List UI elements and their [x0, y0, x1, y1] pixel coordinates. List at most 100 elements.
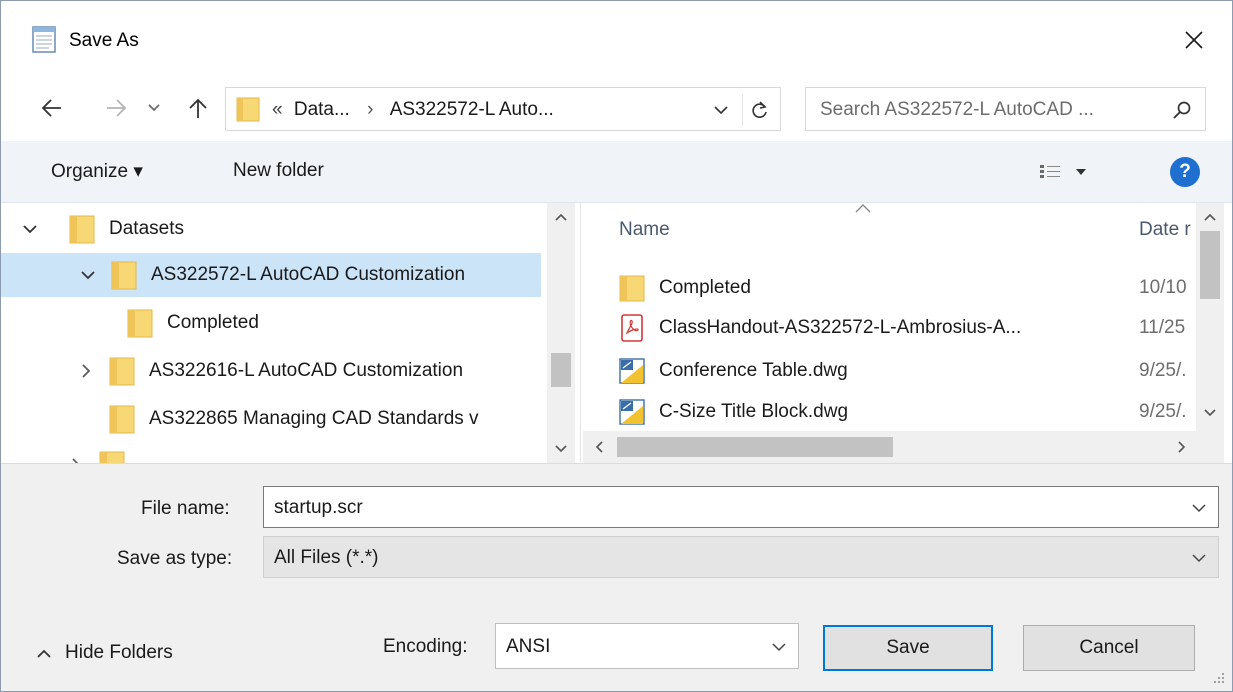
scroll-up-arrow-icon[interactable]	[547, 203, 575, 231]
up-button[interactable]	[181, 91, 215, 125]
file-list-horizontal-scrollbar[interactable]	[583, 431, 1224, 463]
navigation-pane-scrollbar[interactable]	[547, 203, 575, 463]
organize-button[interactable]: Organize ▾	[51, 160, 143, 183]
file-row-c-size-title-block[interactable]: C-Size Title Block.dwg 9/25/.	[619, 393, 1187, 431]
file-name-input[interactable]: startup.scr	[274, 497, 363, 519]
resize-grip-icon[interactable]	[1207, 666, 1227, 686]
tree-item-as322865[interactable]: AS322865 Managing CAD Standards v	[109, 397, 479, 441]
encoding-value: ANSI	[506, 636, 551, 657]
scroll-down-arrow-icon[interactable]	[547, 435, 575, 463]
new-folder-button[interactable]: New folder	[233, 160, 324, 182]
breadcrumb: « Data... › AS322572-L Auto...	[272, 99, 554, 121]
tree-item-partial[interactable]	[61, 443, 139, 463]
breadcrumb-separator[interactable]: ›	[367, 99, 373, 120]
scrollbar-thumb[interactable]	[1200, 231, 1220, 299]
search-icon[interactable]	[1168, 96, 1196, 124]
close-button[interactable]	[1173, 19, 1215, 61]
tree-item-as322616[interactable]: AS322616-L AutoCAD Customization	[71, 349, 463, 393]
tree-item-label: Datasets	[109, 218, 184, 239]
chevron-down-icon[interactable]	[73, 260, 103, 290]
help-button[interactable]: ?	[1170, 157, 1200, 187]
breadcrumb-overflow[interactable]: «	[272, 99, 283, 120]
chevron-down-icon	[714, 105, 728, 114]
file-name-field[interactable]: startup.scr	[263, 486, 1219, 528]
forward-arrow-icon	[107, 99, 127, 117]
file-list-vertical-scrollbar[interactable]	[1196, 203, 1224, 431]
tree-item-completed[interactable]: Completed	[127, 301, 259, 345]
recent-locations-button[interactable]	[141, 91, 167, 125]
folder-icon	[619, 275, 645, 302]
navigation-pane: Datasets AS322572-L AutoCAD Customizatio…	[1, 203, 581, 463]
tree-item-label: AS322572-L AutoCAD Customization	[151, 264, 466, 285]
chevron-down-icon[interactable]	[1188, 547, 1210, 569]
hide-folders-button[interactable]: Hide Folders	[37, 642, 173, 664]
forward-button[interactable]	[99, 91, 133, 125]
save-as-type-select[interactable]: All Files (*.*)	[263, 536, 1219, 578]
address-dropdown-button[interactable]	[706, 96, 736, 124]
dwg-file-icon	[619, 399, 645, 425]
search-input[interactable]: Search AS322572-L AutoCAD ...	[820, 99, 1094, 121]
chevron-up-icon	[37, 649, 51, 658]
column-header-date[interactable]: Date r	[1139, 219, 1191, 241]
scrollbar-thumb[interactable]	[617, 437, 893, 457]
file-name-label: File name:	[141, 498, 230, 519]
chevron-down-icon[interactable]	[15, 214, 45, 244]
back-arrow-icon	[41, 99, 61, 117]
chevron-right-icon[interactable]	[71, 356, 101, 386]
sort-ascending-icon	[855, 204, 871, 213]
pdf-file-icon	[621, 314, 643, 342]
file-row-classhandout[interactable]: ClassHandout-AS322572-L-Ambrosius-A... 1…	[619, 309, 1185, 347]
chevron-down-icon[interactable]	[768, 636, 790, 658]
encoding-select[interactable]: ANSI	[495, 623, 799, 669]
address-bar[interactable]: « Data... › AS322572-L Auto...	[225, 87, 781, 131]
tree-item-datasets[interactable]: Datasets	[15, 207, 535, 251]
refresh-button[interactable]	[742, 94, 776, 126]
save-as-type-label: Save as type:	[117, 548, 233, 569]
breadcrumb-item-datasets[interactable]: Data...	[294, 99, 350, 120]
caret-down-icon	[1076, 169, 1086, 175]
scrollbar-thumb[interactable]	[551, 353, 571, 387]
change-view-button[interactable]	[1039, 157, 1113, 187]
save-options-panel: File name: startup.scr Save as type: All…	[1, 463, 1232, 691]
search-box[interactable]: Search AS322572-L AutoCAD ...	[805, 87, 1206, 131]
dwg-file-icon	[619, 358, 645, 384]
scroll-left-arrow-icon[interactable]	[585, 433, 613, 461]
window-title: Save As	[69, 30, 139, 51]
scroll-right-arrow-icon[interactable]	[1168, 433, 1196, 461]
chevron-down-icon[interactable]	[1188, 497, 1210, 519]
scroll-up-arrow-icon[interactable]	[1196, 203, 1224, 231]
tree-item-label: Completed	[167, 312, 259, 333]
file-list-pane: Name Date r Completed 10/10 ClassHandout…	[583, 203, 1232, 463]
notepad-icon	[32, 26, 56, 53]
command-toolbar: Organize ▾ New folder ?	[1, 141, 1232, 203]
chevron-right-icon[interactable]	[61, 450, 91, 463]
file-name: ClassHandout-AS322572-L-Ambrosius-A...	[659, 317, 1022, 338]
column-header-name[interactable]: Name	[619, 219, 670, 241]
folder-icon	[127, 309, 153, 338]
file-row-conference-table[interactable]: Conference Table.dwg 9/25/.	[619, 352, 1187, 390]
encoding-label: Encoding:	[383, 636, 468, 657]
back-button[interactable]	[35, 91, 69, 125]
folder-icon	[99, 451, 125, 463]
file-date: 10/10	[1139, 277, 1187, 298]
file-date: 9/25/.	[1139, 360, 1187, 381]
close-icon	[1185, 31, 1203, 49]
scroll-down-arrow-icon[interactable]	[1196, 399, 1224, 427]
save-button[interactable]: Save	[823, 625, 993, 671]
chevron-down-icon	[148, 104, 160, 112]
file-date: 9/25/.	[1139, 401, 1187, 422]
folder-icon	[111, 261, 137, 290]
file-date: 11/25	[1139, 317, 1186, 338]
details-view-icon	[1040, 165, 1060, 178]
navigation-bar: « Data... › AS322572-L Auto... Search AS…	[1, 79, 1232, 141]
file-name: Completed	[659, 277, 751, 298]
folder-icon	[109, 405, 135, 434]
breadcrumb-item-current[interactable]: AS322572-L Auto...	[390, 99, 554, 120]
save-as-dialog: Save As « Data... › AS322572-L Auto... S…	[0, 0, 1233, 692]
folder-icon	[236, 97, 260, 122]
title-bar: Save As	[1, 1, 1232, 79]
tree-item-as322572[interactable]: AS322572-L AutoCAD Customization	[1, 253, 541, 297]
cancel-button[interactable]: Cancel	[1023, 625, 1195, 671]
folder-icon	[109, 357, 135, 386]
file-row-completed[interactable]: Completed 10/10	[619, 269, 1187, 307]
